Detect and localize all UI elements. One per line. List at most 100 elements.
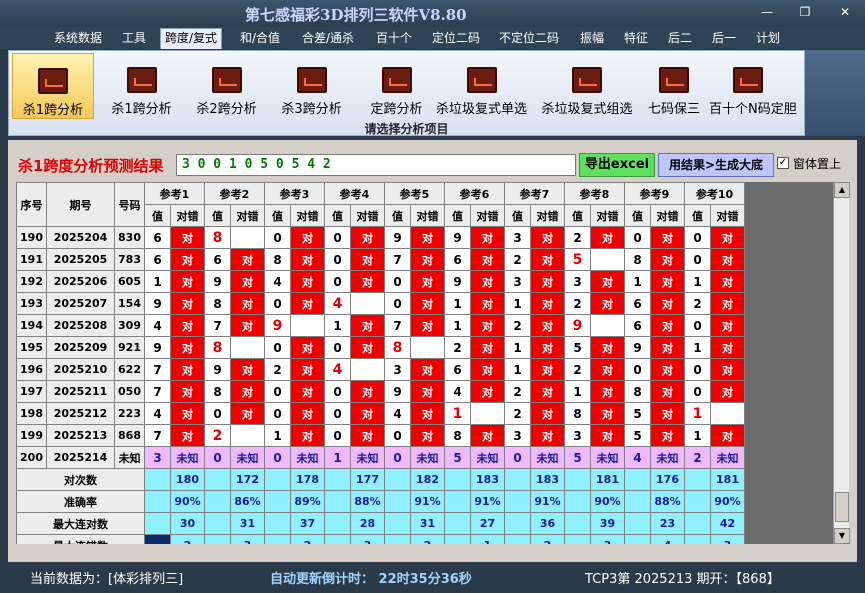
maximize-button[interactable]: ❐ <box>793 5 817 19</box>
value-cell: 3 <box>504 424 531 447</box>
stats-spacer <box>684 468 711 491</box>
menu-item[interactable]: 百十个 <box>372 30 416 48</box>
value-cell: 2 <box>204 424 231 447</box>
number-cell: 868 <box>114 424 145 447</box>
table-row[interactable]: 199 2025213 868 7 对 2 1 对 0 对 0 对 8 对 3 对 3 对 5 对 1 对 <box>16 424 745 447</box>
menu-item[interactable]: 计划 <box>752 30 784 48</box>
ribbon-button[interactable]: 杀1跨分析 <box>99 53 184 119</box>
ref-header[interactable]: 参考5 <box>384 182 445 205</box>
number-cell: 050 <box>114 380 145 403</box>
value-cell: 9 <box>264 314 291 337</box>
ref-header[interactable]: 参考9 <box>624 182 685 205</box>
chart-icon <box>211 67 242 93</box>
ref-header[interactable]: 参考2 <box>204 182 265 205</box>
ref-header[interactable]: 参考3 <box>264 182 325 205</box>
issue-cell: 2025209 <box>46 336 115 359</box>
value-cell: 1 <box>684 402 711 425</box>
result-field[interactable]: 3 0 0 1 0 5 0 5 4 2 <box>176 154 576 176</box>
result-cell: 对 <box>530 380 565 403</box>
result-subheader: 对错 <box>590 204 625 227</box>
ref-header[interactable]: 参考1 <box>144 182 205 205</box>
number-cell: 未知 <box>114 446 145 469</box>
stats-value: 2 <box>530 534 565 544</box>
value-cell: 0 <box>684 226 711 249</box>
menu-item[interactable]: 合差/通杀 <box>298 30 358 48</box>
table-row[interactable]: 195 2025209 921 9 对 8 0 对 0 对 8 2 对 1 对 5 对 9 对 1 对 <box>16 336 745 359</box>
prediction-row[interactable]: 200 2025214 未知 3 未知 0 未知 0 未知 1 未知 0 未知 5 未知 0 未知 5 未知 4 未知 2… <box>16 446 745 469</box>
table-row[interactable]: 192 2025206 605 1 对 9 对 4 对 0 对 0 对 9 对 3 对 3 对 1 对 1 对 <box>16 270 745 293</box>
menu-item[interactable]: 工具 <box>118 30 150 48</box>
value-cell: 2 <box>444 336 471 359</box>
ribbon-button[interactable]: 杀1跨分析 <box>12 53 94 119</box>
scroll-up-icon[interactable]: ▲ <box>834 182 850 198</box>
table-row[interactable]: 196 2025210 622 7 对 9 对 2 对 4 3 对 6 对 1 对 2 对 0 对 0 对 <box>16 358 745 381</box>
table-row[interactable]: 193 2025207 154 9 对 8 对 0 对 4 0 对 1 对 1 对 2 对 6 对 2 对 <box>16 292 745 315</box>
stats-label: 准确率 <box>16 490 145 513</box>
ribbon-button[interactable]: 杀垃圾复式单选 <box>429 53 534 119</box>
column-header[interactable]: 序号 <box>16 182 47 227</box>
ref-header[interactable]: 参考7 <box>504 182 565 205</box>
table-row[interactable]: 191 2025205 783 6 对 6 对 8 对 0 对 7 对 6 对 2 对 5 8 对 0 对 <box>16 248 745 271</box>
result-cell: 对 <box>530 292 565 315</box>
value-subheader: 值 <box>624 204 651 227</box>
result-cell <box>590 314 625 337</box>
seq-cell: 197 <box>16 380 47 403</box>
stats-row: 最大连对数 30 31 37 28 31 27 36 39 23 42 <box>16 512 745 535</box>
menu-item[interactable]: 跨度/复式 <box>160 28 223 49</box>
stats-spacer <box>444 490 471 513</box>
menu-item[interactable]: 系统数据 <box>50 30 106 48</box>
scroll-thumb[interactable] <box>835 492 849 522</box>
value-cell: 0 <box>264 380 291 403</box>
minimize-button[interactable]: — <box>755 5 779 19</box>
value-cell: 4 <box>324 292 351 315</box>
value-cell: 6 <box>204 248 231 271</box>
stats-value: 86% <box>230 490 265 513</box>
result-cell: 对 <box>170 380 205 403</box>
result-cell: 对 <box>590 402 625 425</box>
result-subheader: 对错 <box>710 204 745 227</box>
menu-item[interactable]: 定位二码 <box>428 30 484 48</box>
ribbon-button[interactable]: 杀2跨分析 <box>184 53 269 119</box>
menu-item[interactable]: 不定位二码 <box>495 30 563 48</box>
column-header[interactable]: 号码 <box>114 182 145 227</box>
scroll-down-icon[interactable]: ▼ <box>834 528 850 544</box>
ribbon-button[interactable]: 定跨分析 <box>354 53 439 119</box>
chart-icon <box>38 68 68 94</box>
ref-header[interactable]: 参考8 <box>564 182 625 205</box>
table-row[interactable]: 197 2025211 050 7 对 8 对 0 对 0 对 9 对 4 对 2 对 1 对 8 对 0 对 <box>16 380 745 403</box>
value-cell: 1 <box>504 292 531 315</box>
result-cell: 对 <box>530 226 565 249</box>
vertical-scrollbar[interactable]: ▲ ▼ <box>833 182 850 544</box>
stats-value: 90% <box>170 490 205 513</box>
stats-value: 30 <box>170 512 205 535</box>
ribbon-button[interactable]: 杀垃圾复式组选 <box>536 53 638 119</box>
result-cell <box>230 226 265 249</box>
menu-item[interactable]: 和/合值 <box>236 30 284 48</box>
table-row[interactable]: 194 2025208 309 4 对 7 对 9 1 对 7 对 1 对 2 对 9 6 对 0 对 <box>16 314 745 337</box>
issue-cell: 2025210 <box>46 358 115 381</box>
ribbon-button[interactable]: 杀3跨分析 <box>269 53 354 119</box>
ribbon-button[interactable]: 百十个N码定胆 <box>709 53 797 119</box>
value-cell: 0 <box>684 248 711 271</box>
ribbon-button[interactable]: 七码保三 <box>639 53 709 119</box>
close-button[interactable]: ✕ <box>833 5 857 19</box>
table-row[interactable]: 198 2025212 223 4 对 0 对 0 对 0 对 4 对 1 2 对 8 对 5 对 1 <box>16 402 745 425</box>
value-cell: 7 <box>204 314 231 337</box>
ref-header[interactable]: 参考6 <box>444 182 505 205</box>
menu-item[interactable]: 特征 <box>620 30 652 48</box>
menu-item[interactable]: 后一 <box>708 30 740 48</box>
result-cell: 对 <box>710 248 745 271</box>
result-cell: 对 <box>530 270 565 293</box>
ref-header[interactable]: 参考10 <box>684 182 745 205</box>
result-cell: 对 <box>470 226 505 249</box>
stats-spacer <box>624 534 651 544</box>
menu-item[interactable]: 后二 <box>664 30 696 48</box>
column-header[interactable]: 期号 <box>46 182 115 227</box>
generate-base-button[interactable]: 用结果>生成大底 <box>658 153 774 177</box>
ref-header[interactable]: 参考4 <box>324 182 385 205</box>
export-excel-button[interactable]: 导出excel <box>579 153 655 177</box>
table-row[interactable]: 190 2025204 830 6 对 8 0 对 0 对 9 对 9 对 3 对 2 对 0 对 0 对 <box>16 226 745 249</box>
ontop-checkbox[interactable]: ✓ <box>777 157 789 169</box>
result-cell <box>710 402 745 425</box>
menu-item[interactable]: 振幅 <box>576 30 608 48</box>
